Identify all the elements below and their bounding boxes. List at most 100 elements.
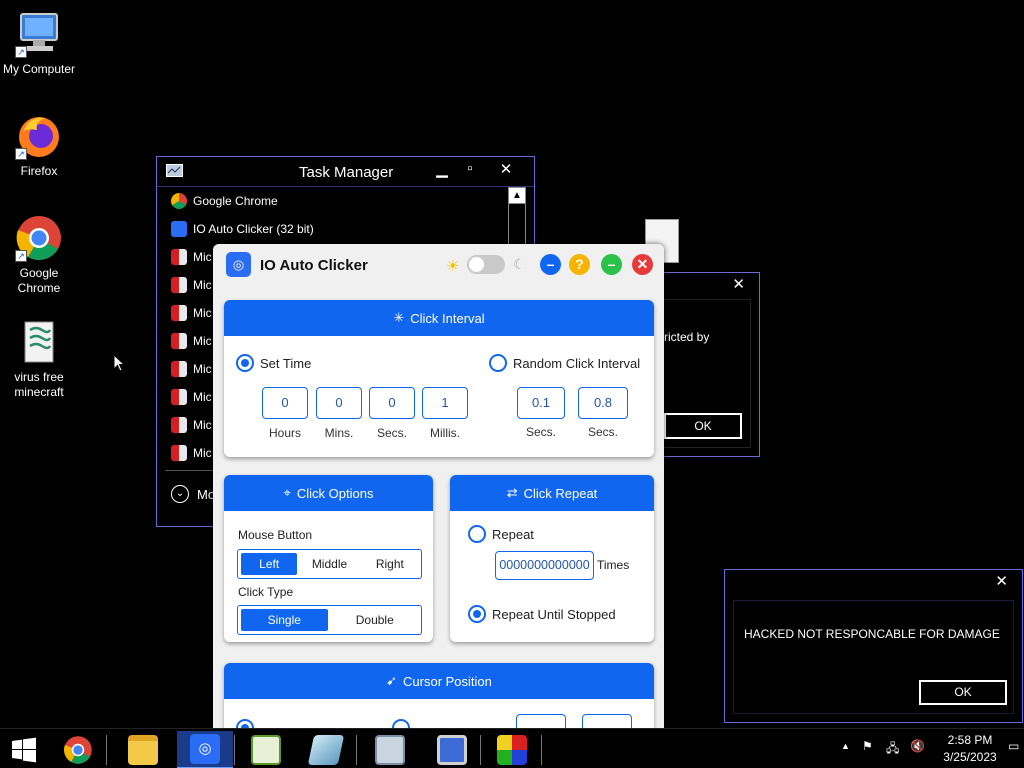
process-row[interactable]: Mic bbox=[171, 271, 212, 299]
click-single-option[interactable]: Single bbox=[241, 609, 328, 631]
sun-icon: ☀ bbox=[446, 258, 460, 275]
taskbar-network[interactable] bbox=[424, 731, 480, 768]
taskbar-file-explorer[interactable] bbox=[115, 731, 171, 768]
hacked-dialog[interactable]: ✕ HACKED NOT RESPONCABLE FOR DAMAGE OK bbox=[724, 569, 1023, 723]
taskbar-paint[interactable] bbox=[484, 731, 540, 768]
volume-muted-icon[interactable]: 🔇 bbox=[910, 739, 925, 753]
pick-location-radio[interactable] bbox=[392, 719, 410, 728]
desktop-icon-chrome[interactable]: ↗ Google Chrome bbox=[0, 214, 78, 296]
x-position-input[interactable] bbox=[516, 714, 566, 728]
process-row[interactable]: Mic bbox=[171, 383, 212, 411]
show-hidden-icons-icon[interactable]: ▲ bbox=[841, 741, 850, 751]
scroll-up-icon[interactable]: ▲ bbox=[509, 188, 525, 204]
clock-time[interactable]: 2:58 PM bbox=[947, 733, 993, 747]
current-location-radio[interactable] bbox=[236, 719, 254, 728]
taskbar-chrome[interactable] bbox=[50, 731, 106, 768]
card-title: Cursor Position bbox=[403, 673, 492, 689]
seconds-label: Secs. bbox=[376, 426, 407, 440]
random-max-input[interactable]: 0.8 bbox=[578, 387, 628, 419]
hours-input[interactable]: 0 bbox=[262, 387, 308, 419]
autoclicker-icon: ◎ bbox=[226, 252, 251, 277]
process-row[interactable]: Mic bbox=[171, 355, 212, 383]
minimize-button[interactable]: – bbox=[540, 254, 561, 275]
desktop-icon-firefox[interactable]: ↗ Firefox bbox=[0, 112, 78, 179]
process-row[interactable]: Mic bbox=[171, 243, 212, 271]
desktop-icon-my-computer[interactable]: ↗ My Computer bbox=[0, 10, 78, 77]
taskbar-task-manager[interactable] bbox=[362, 731, 418, 768]
desktop-icon-label: Firefox bbox=[20, 164, 58, 178]
shortcut-arrow-icon: ↗ bbox=[15, 148, 27, 160]
y-position-input[interactable] bbox=[582, 714, 632, 728]
auto-clicker-header[interactable]: ◎ IO Auto Clicker ☀ ☾ – ? – ✕ bbox=[213, 244, 664, 286]
ok-button[interactable]: OK bbox=[919, 680, 1007, 705]
mouse-middle-option[interactable]: Middle bbox=[301, 553, 357, 575]
desktop-icon-virus-free-minecraft[interactable]: virus free minecraft bbox=[0, 318, 78, 400]
millis-input[interactable]: 1 bbox=[422, 387, 468, 419]
taskbar-autoclicker[interactable]: ◎ bbox=[177, 731, 233, 768]
process-name: Mic bbox=[193, 334, 212, 348]
ok-button[interactable]: OK bbox=[664, 413, 742, 439]
process-row[interactable]: Mic bbox=[171, 327, 212, 355]
divider bbox=[234, 735, 235, 765]
random-interval-radio[interactable]: Random Click Interval bbox=[489, 354, 640, 372]
help-button[interactable]: ? bbox=[569, 254, 590, 275]
task-manager-titlebar[interactable]: Task Manager ▁ ▫ ✕ bbox=[157, 157, 534, 187]
mouse-right-option[interactable]: Right bbox=[362, 553, 418, 575]
chrome-icon bbox=[171, 193, 187, 209]
clock-date[interactable]: 3/25/2023 bbox=[942, 750, 998, 764]
collapse-button[interactable]: – bbox=[601, 254, 622, 275]
desktop: ↗ My Computer ↗ Firefox ↗ Google Chrome … bbox=[0, 0, 1024, 768]
process-row[interactable]: Mic bbox=[171, 411, 212, 439]
network-tray-icon[interactable]: 🖧 bbox=[886, 739, 899, 760]
start-button[interactable] bbox=[0, 731, 48, 768]
click-double-option[interactable]: Double bbox=[332, 609, 419, 631]
click-type-selector[interactable]: Single Double bbox=[237, 605, 422, 635]
toggle-knob bbox=[469, 257, 484, 272]
minimize-button[interactable]: ▁ bbox=[428, 160, 456, 178]
repeat-count-input[interactable]: 0000000000000 bbox=[495, 551, 594, 580]
script-file-icon bbox=[15, 318, 63, 366]
windows-icon bbox=[12, 737, 36, 763]
microsoft-app-icon bbox=[171, 389, 187, 405]
repeat-radio[interactable]: Repeat bbox=[468, 525, 534, 543]
task-manager-icon bbox=[375, 735, 405, 765]
action-center-icon[interactable]: ⚑ bbox=[862, 739, 873, 753]
click-interval-card: ✳ Click Interval Set Time Random Click I… bbox=[224, 300, 654, 457]
restricted-dialog[interactable]: ✕ ricted by OK bbox=[655, 272, 760, 457]
more-details-button[interactable]: ⌄ Mo bbox=[171, 485, 215, 503]
close-icon[interactable]: ✕ bbox=[995, 572, 1008, 590]
set-time-radio[interactable]: Set Time bbox=[236, 354, 311, 372]
mouse-left-option[interactable]: Left bbox=[241, 553, 298, 575]
process-row[interactable]: Mic bbox=[171, 439, 212, 467]
close-icon[interactable]: ✕ bbox=[732, 275, 745, 293]
minutes-input[interactable]: 0 bbox=[316, 387, 362, 419]
minutes-label: Mins. bbox=[324, 426, 354, 440]
auto-clicker-window[interactable]: ◎ IO Auto Clicker ☀ ☾ – ? – ✕ ✳ Click In… bbox=[213, 244, 664, 728]
radio-label: Repeat bbox=[492, 526, 534, 542]
computer-icon: ↗ bbox=[15, 10, 63, 58]
process-name: Mic bbox=[193, 362, 212, 376]
microsoft-app-icon bbox=[171, 305, 187, 321]
process-name: Mic bbox=[193, 306, 212, 320]
process-row[interactable]: IO Auto Clicker (32 bit) bbox=[171, 215, 314, 243]
close-button[interactable]: ✕ bbox=[492, 160, 520, 178]
theme-toggle[interactable] bbox=[467, 255, 505, 274]
taskbar-app[interactable] bbox=[298, 731, 354, 768]
process-list-scrollbar[interactable]: ▲ bbox=[508, 187, 526, 247]
random-min-input[interactable]: 0.1 bbox=[517, 387, 565, 419]
notifications-icon[interactable]: ▭ bbox=[1008, 739, 1019, 753]
process-row[interactable]: Mic bbox=[171, 299, 212, 327]
microsoft-app-icon bbox=[171, 445, 187, 461]
maximize-button[interactable]: ▫ bbox=[456, 160, 484, 177]
taskbar-notepad-plus[interactable] bbox=[238, 731, 294, 768]
cursor-position-card: ➹ Cursor Position bbox=[224, 663, 654, 728]
hours-label: Hours bbox=[268, 426, 301, 440]
process-name: Mic bbox=[193, 390, 212, 404]
radio-dot bbox=[468, 525, 486, 543]
seconds-input[interactable]: 0 bbox=[369, 387, 415, 419]
mouse-button-selector[interactable]: Left Middle Right bbox=[237, 549, 422, 579]
repeat-until-stopped-radio[interactable]: Repeat Until Stopped bbox=[468, 605, 616, 623]
microsoft-app-icon bbox=[171, 417, 187, 433]
process-row[interactable]: Google Chrome bbox=[171, 187, 278, 215]
close-button[interactable]: ✕ bbox=[632, 254, 653, 275]
